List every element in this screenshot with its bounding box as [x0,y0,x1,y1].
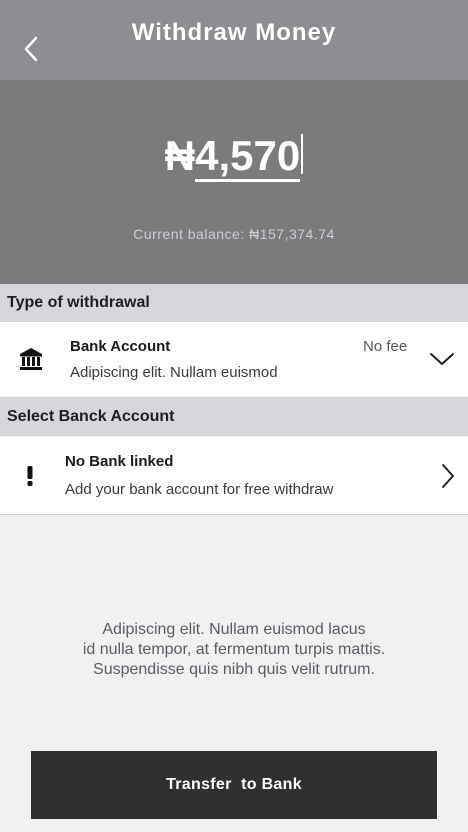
back-button[interactable] [14,30,48,72]
bank-account-subtitle: Add your bank account for free withdraw [65,481,334,498]
bank-account-row[interactable]: No Bank linked Add your bank account for… [0,437,468,515]
section-header-bank-account: Select Banck Account [0,398,468,436]
amount-panel: ₦4,570 Current balance: ₦157,374.74 [0,80,468,284]
amount-field[interactable]: ₦4,570 [0,132,468,182]
current-balance: Current balance: ₦157,374.74 [133,226,335,242]
withdraw-money-screen: Withdraw Money ₦4,570 Current balance: ₦… [0,0,468,832]
withdrawal-type-title: Bank Account [70,338,171,355]
chevron-right-icon[interactable] [438,463,458,489]
withdrawal-type-subtitle: Adipiscing elit. Nullam euismod [70,364,278,381]
info-line-1: Adipiscing elit. Nullam euismod lacus [102,621,366,638]
info-line-2: id nulla tempor, at fermentum turpis mat… [82,641,386,658]
fee-label: No fee [363,338,408,355]
chevron-down-icon[interactable] [428,348,456,370]
section-header-withdrawal-type: Type of withdrawal [0,284,468,322]
chevron-left-icon [23,36,39,67]
currency-symbol: ₦ [164,132,196,179]
transfer-to-bank-button[interactable]: Transfer to Bank [31,751,437,819]
bank-icon [18,346,44,372]
bank-account-title: No Bank linked [65,453,174,470]
exclamation-icon [22,463,38,489]
transfer-button-label: Transfer to Bank [166,776,302,793]
withdrawal-type-row[interactable]: Bank Account Adipiscing elit. Nullam eui… [0,322,468,398]
info-text: Adipiscing elit. Nullam euismod lacus id… [20,620,448,680]
top-bar: Withdraw Money [0,0,468,80]
text-caret [301,134,304,174]
page-title: Withdraw Money [131,19,337,46]
info-line-3: Suspendisse quis nibh quis velit rutrum. [93,661,375,678]
amount-value[interactable]: 4,570 [195,133,301,182]
